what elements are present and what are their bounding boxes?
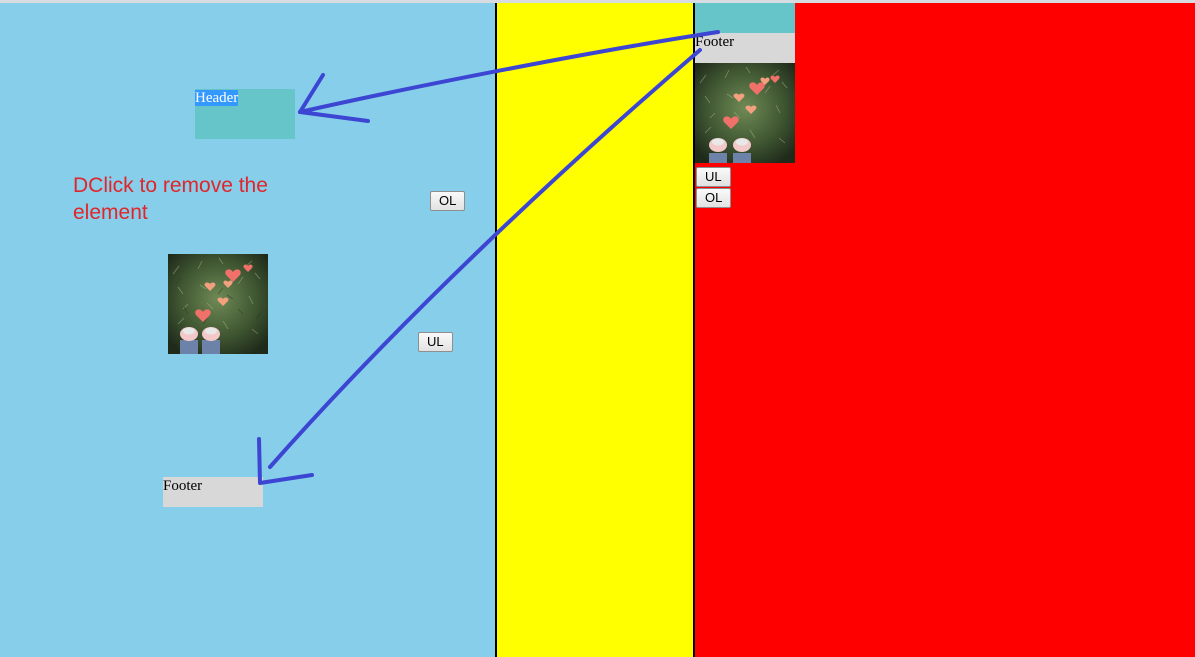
source-ol-button[interactable]: OL [696,188,732,208]
source-grass-hearts-image[interactable] [695,63,795,163]
source-footer-label: Footer [695,34,735,50]
ol-button[interactable]: OL [430,191,466,211]
footer-element[interactable]: Footer [163,477,263,507]
source-header-element[interactable] [695,3,795,33]
header-element[interactable]: Header [195,89,295,139]
drop-canvas-panel[interactable]: Header DClick to remove the element OL U… [0,3,495,657]
header-element-label: Header [195,90,239,106]
source-footer-element[interactable]: Footer [695,33,795,63]
source-ul-button[interactable]: UL [696,167,731,187]
hint-text: DClick to remove the element [73,174,268,224]
grass-hearts-image[interactable] [168,254,268,354]
middle-panel[interactable] [497,3,693,657]
footer-element-label: Footer [163,478,203,494]
source-panel[interactable]: Footer UL OL [695,3,1195,657]
ul-button[interactable]: UL [418,332,453,352]
grass-hearts-picture [168,254,268,354]
source-grass-hearts-picture [695,63,795,163]
